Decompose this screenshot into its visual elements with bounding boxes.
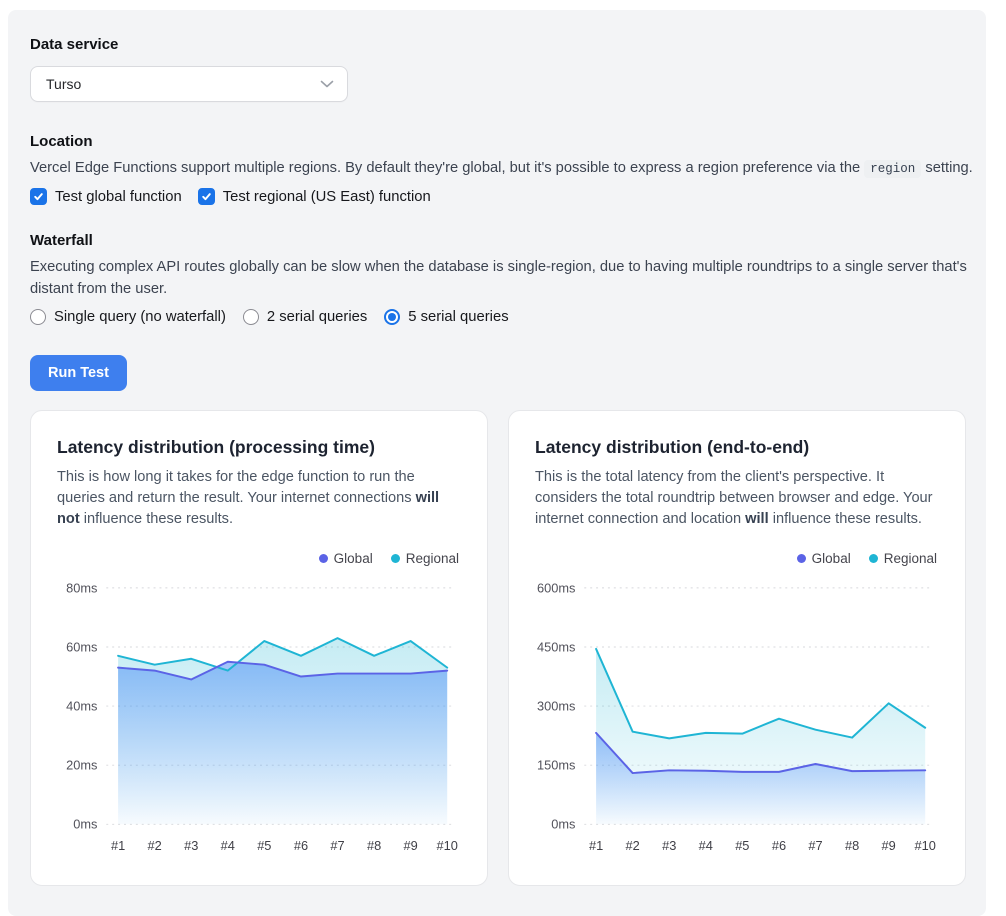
chart-legend: Global Regional: [57, 551, 459, 566]
legend-dot-global: [797, 554, 806, 563]
svg-text:#10: #10: [437, 838, 458, 853]
radio-label: Single query (no waterfall): [54, 309, 226, 325]
svg-text:60ms: 60ms: [66, 639, 97, 654]
location-checkbox-row: Test global function Test regional (US E…: [30, 188, 974, 205]
legend-dot-regional: [391, 554, 400, 563]
legend-item-regional[interactable]: Regional: [391, 551, 459, 566]
charts-row: Latency distribution (processing time) T…: [30, 410, 974, 886]
svg-text:150ms: 150ms: [537, 757, 575, 772]
legend-label: Global: [334, 551, 373, 566]
svg-text:20ms: 20ms: [66, 757, 97, 772]
checkbox-icon: [198, 188, 215, 205]
legend-label: Global: [812, 551, 851, 566]
legend-label: Regional: [406, 551, 459, 566]
svg-text:0ms: 0ms: [551, 816, 575, 831]
radio-label: 5 serial queries: [408, 309, 508, 325]
radio-5-serial-queries[interactable]: 5 serial queries: [384, 309, 508, 325]
svg-text:#1: #1: [111, 838, 125, 853]
radio-icon: [30, 309, 46, 325]
waterfall-heading: Waterfall: [30, 232, 974, 249]
svg-text:#8: #8: [367, 838, 381, 853]
svg-text:80ms: 80ms: [66, 580, 97, 595]
location-description-tail: setting.: [921, 160, 972, 176]
svg-text:300ms: 300ms: [537, 698, 575, 713]
waterfall-radio-row: Single query (no waterfall) 2 serial que…: [30, 309, 974, 325]
checkbox-label: Test regional (US East) function: [223, 189, 431, 205]
svg-text:#7: #7: [808, 838, 822, 853]
svg-text:0ms: 0ms: [73, 816, 97, 831]
svg-text:#8: #8: [845, 838, 859, 853]
card-description: This is the total latency from the clien…: [535, 467, 939, 530]
svg-text:#4: #4: [221, 838, 235, 853]
radio-2-serial-queries[interactable]: 2 serial queries: [243, 309, 367, 325]
svg-text:#9: #9: [882, 838, 896, 853]
legend-item-regional[interactable]: Regional: [869, 551, 937, 566]
svg-text:#5: #5: [257, 838, 271, 853]
svg-text:#3: #3: [662, 838, 676, 853]
radio-icon: [384, 309, 400, 325]
card-description-bold: will: [745, 511, 769, 527]
legend-item-global[interactable]: Global: [319, 551, 373, 566]
svg-text:#2: #2: [148, 838, 162, 853]
radio-icon: [243, 309, 259, 325]
card-title: Latency distribution (end-to-end): [535, 437, 939, 458]
main-panel: Data service Turso Location Vercel Edge …: [8, 10, 986, 916]
svg-text:#5: #5: [735, 838, 749, 853]
svg-text:600ms: 600ms: [537, 580, 575, 595]
data-service-heading: Data service: [30, 36, 974, 53]
svg-text:#9: #9: [404, 838, 418, 853]
svg-text:#2: #2: [626, 838, 640, 853]
data-service-select[interactable]: Turso: [30, 66, 348, 102]
svg-text:#7: #7: [330, 838, 344, 853]
checkbox-icon: [30, 188, 47, 205]
checkbox-test-global-function[interactable]: Test global function: [30, 188, 182, 205]
card-description-tail: influence these results.: [769, 511, 922, 527]
card-latency-end-to-end: Latency distribution (end-to-end) This i…: [508, 410, 966, 886]
svg-text:#6: #6: [772, 838, 786, 853]
checkbox-test-regional-function[interactable]: Test regional (US East) function: [198, 188, 431, 205]
svg-text:40ms: 40ms: [66, 698, 97, 713]
region-code-chip: region: [864, 160, 921, 178]
card-description-text: This is how long it takes for the edge f…: [57, 469, 416, 506]
radio-single-query[interactable]: Single query (no waterfall): [30, 309, 226, 325]
chart-legend: Global Regional: [535, 551, 937, 566]
card-description: This is how long it takes for the edge f…: [57, 467, 461, 530]
svg-text:#10: #10: [915, 838, 936, 853]
location-description: Vercel Edge Functions support multiple r…: [30, 157, 974, 179]
svg-text:#1: #1: [589, 838, 603, 853]
latency-chart-end-to-end: 0ms 150ms 300ms 450ms 600ms #1 #2 #3 #4 #5 #6 #7 #8 #…: [535, 576, 939, 860]
card-title: Latency distribution (processing time): [57, 437, 461, 458]
location-heading: Location: [30, 133, 974, 150]
svg-text:450ms: 450ms: [537, 639, 575, 654]
card-latency-processing: Latency distribution (processing time) T…: [30, 410, 488, 886]
svg-text:#3: #3: [184, 838, 198, 853]
data-service-select-value: Turso: [46, 76, 81, 92]
chevron-down-icon: [320, 80, 334, 88]
run-test-button[interactable]: Run Test: [30, 355, 127, 391]
legend-dot-regional: [869, 554, 878, 563]
latency-chart-processing-time: 0ms 20ms 40ms 60ms 80ms #1 #2 #3 #4 #5 #6 #7 #8 #9 #10: [57, 576, 461, 860]
waterfall-description: Executing complex API routes globally ca…: [30, 256, 974, 300]
legend-dot-global: [319, 554, 328, 563]
svg-text:#6: #6: [294, 838, 308, 853]
legend-label: Regional: [884, 551, 937, 566]
card-description-tail: influence these results.: [80, 511, 233, 527]
radio-label: 2 serial queries: [267, 309, 367, 325]
checkbox-label: Test global function: [55, 189, 182, 205]
location-description-text: Vercel Edge Functions support multiple r…: [30, 160, 864, 176]
legend-item-global[interactable]: Global: [797, 551, 851, 566]
svg-text:#4: #4: [699, 838, 713, 853]
